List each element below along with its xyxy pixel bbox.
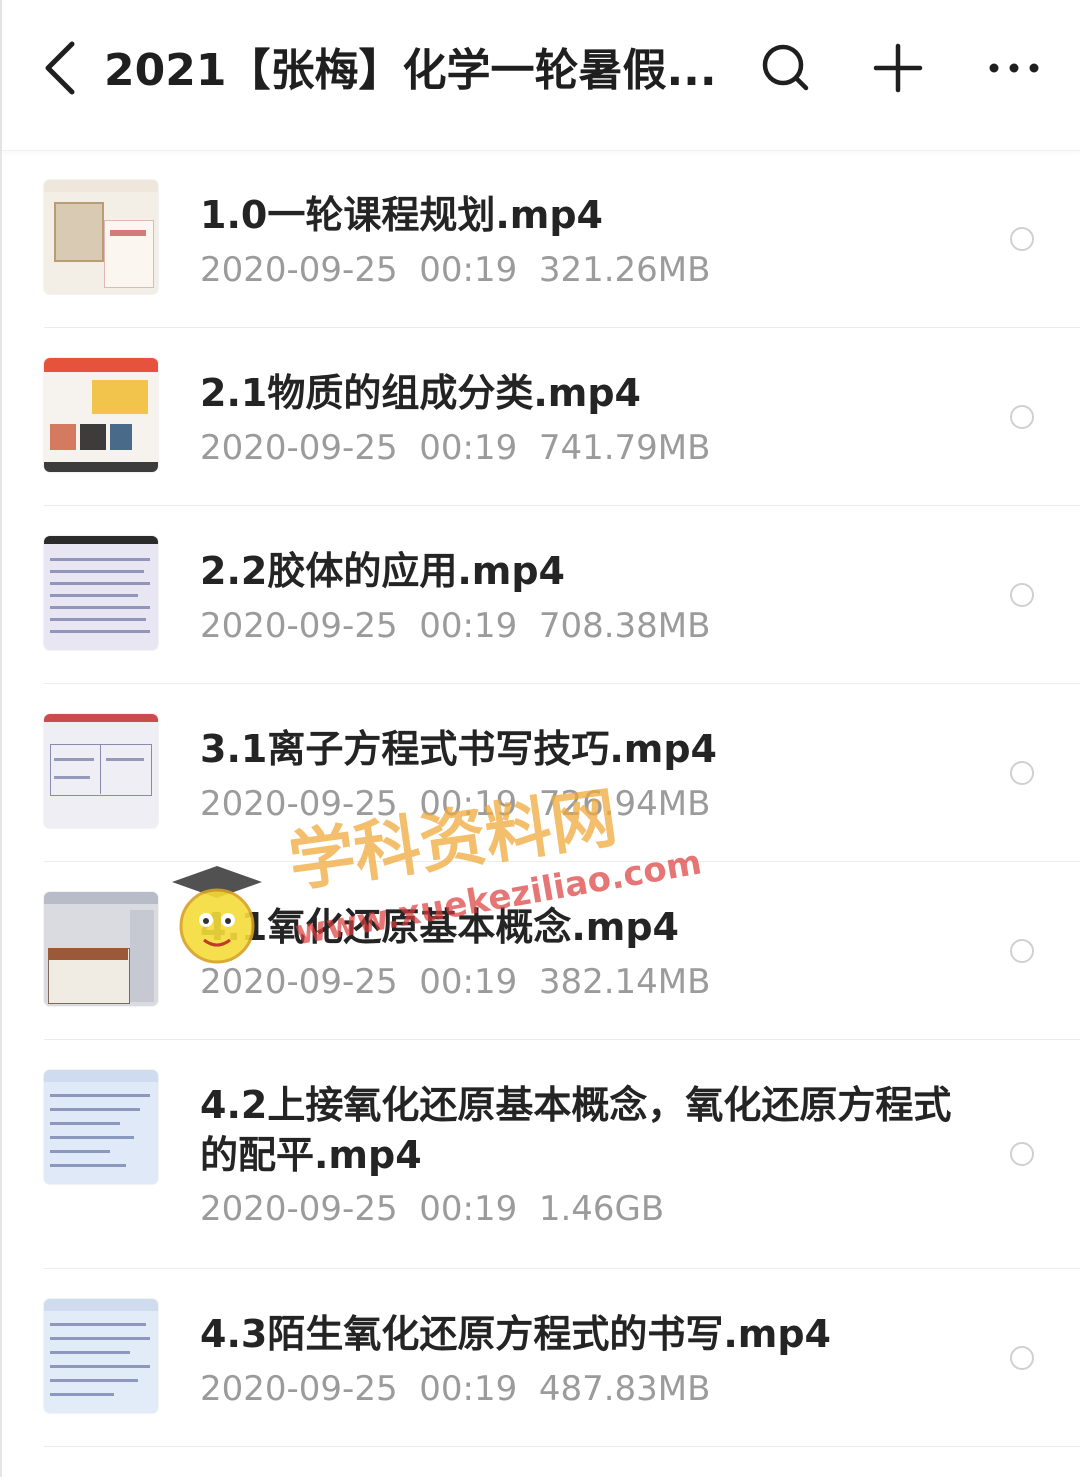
file-time: 00:19 (419, 250, 518, 290)
file-size: 708.38MB (538, 606, 711, 646)
video-thumbnail (44, 536, 158, 650)
file-meta: 2020-09-25 00:19 382.14MB (200, 960, 710, 1004)
file-meta: 2020-09-25 00:19 487.83MB (200, 1367, 710, 1411)
search-icon[interactable] (758, 40, 814, 96)
file-row[interactable]: 3.1离子方程式书写技巧.mp4 2020-09-25 00:19 726.94… (2, 684, 1080, 862)
file-date: 2020-09-25 (200, 428, 398, 468)
file-size: 487.83MB (538, 1369, 711, 1409)
video-thumbnail (44, 1070, 158, 1184)
video-thumbnail (44, 714, 158, 828)
file-row[interactable]: 2.1物质的组成分类.mp4 2020-09-25 00:19 741.79MB (2, 328, 1080, 506)
plus-icon[interactable] (870, 40, 926, 96)
file-meta: 2020-09-25 00:19 741.79MB (200, 426, 710, 470)
video-thumbnail (44, 1299, 158, 1413)
file-date: 2020-09-25 (200, 606, 398, 646)
file-row[interactable]: 1.0一轮课程规划.mp4 2020-09-25 00:19 321.26MB (2, 150, 1080, 328)
file-time: 00:19 (419, 962, 518, 1002)
select-radio[interactable] (1010, 1142, 1034, 1166)
video-thumbnail (44, 180, 158, 294)
file-row[interactable]: 4.2上接氧化还原基本概念，氧化还原方程式的配平.mp4 2020-09-25 … (2, 1040, 1080, 1269)
file-date: 2020-09-25 (200, 784, 398, 824)
file-size: 1.46GB (538, 1189, 665, 1229)
file-size: 741.79MB (538, 428, 711, 468)
file-name: 4.2上接氧化还原基本概念，氧化还原方程式的配平.mp4 (200, 1083, 952, 1177)
select-radio[interactable] (1010, 405, 1034, 429)
file-date: 2020-09-25 (200, 250, 398, 290)
file-meta: 2020-09-25 00:19 1.46GB (200, 1187, 664, 1231)
video-thumbnail (44, 358, 158, 472)
file-name: 4.3陌生氧化还原方程式的书写.mp4 (200, 1312, 831, 1356)
file-list: 1.0一轮课程规划.mp4 2020-09-25 00:19 321.26MB … (2, 150, 1080, 1447)
file-size: 321.26MB (538, 250, 711, 290)
file-time: 00:19 (419, 1189, 518, 1229)
file-time: 00:19 (419, 1369, 518, 1409)
top-app-bar: 2021【张梅】化学一轮暑假... (2, 0, 1080, 151)
file-date: 2020-09-25 (200, 962, 398, 1002)
select-radio[interactable] (1010, 1346, 1034, 1370)
select-radio[interactable] (1010, 939, 1034, 963)
select-radio[interactable] (1010, 583, 1034, 607)
file-name: 3.1离子方程式书写技巧.mp4 (200, 727, 717, 771)
file-row[interactable]: 2.2胶体的应用.mp4 2020-09-25 00:19 708.38MB (2, 506, 1080, 684)
back-chevron-icon[interactable] (36, 38, 88, 98)
file-meta: 2020-09-25 00:19 726.94MB (200, 782, 710, 826)
file-name: 1.0一轮课程规划.mp4 (200, 193, 603, 237)
folder-title: 2021【张梅】化学一轮暑假... (104, 45, 717, 96)
select-radio[interactable] (1010, 227, 1034, 251)
file-meta: 2020-09-25 00:19 321.26MB (200, 248, 710, 292)
more-dots-icon[interactable] (984, 50, 1044, 86)
file-date: 2020-09-25 (200, 1189, 398, 1229)
divider (44, 1446, 1080, 1447)
file-size: 382.14MB (538, 962, 711, 1002)
file-row[interactable]: 4.3陌生氧化还原方程式的书写.mp4 2020-09-25 00:19 487… (2, 1269, 1080, 1447)
file-time: 00:19 (419, 428, 518, 468)
file-name: 2.1物质的组成分类.mp4 (200, 371, 641, 415)
file-time: 00:19 (419, 606, 518, 646)
file-size: 726.94MB (538, 784, 711, 824)
file-name: 2.2胶体的应用.mp4 (200, 549, 565, 593)
file-date: 2020-09-25 (200, 1369, 398, 1409)
video-thumbnail (44, 892, 158, 1006)
file-time: 00:19 (419, 784, 518, 824)
file-name: 4.1氧化还原基本概念.mp4 (200, 905, 679, 949)
file-meta: 2020-09-25 00:19 708.38MB (200, 604, 710, 648)
select-radio[interactable] (1010, 761, 1034, 785)
file-row[interactable]: 4.1氧化还原基本概念.mp4 2020-09-25 00:19 382.14M… (2, 862, 1080, 1040)
